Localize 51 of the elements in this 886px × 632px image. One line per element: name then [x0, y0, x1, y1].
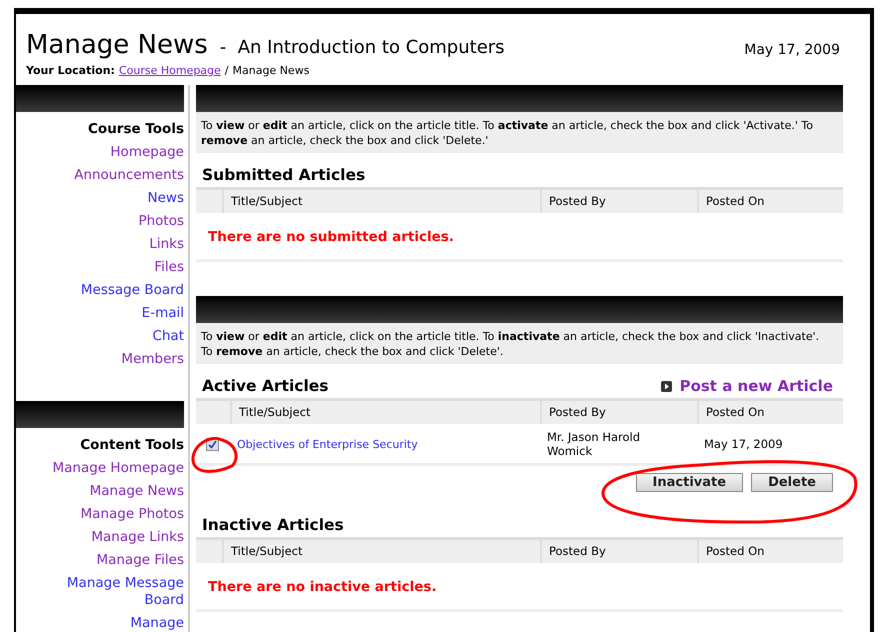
- section-title: Submitted Articles: [202, 166, 366, 184]
- location-label: Your Location:: [26, 64, 115, 77]
- column-header: Title/Subject: [222, 537, 540, 563]
- page-date: May 17, 2009: [744, 42, 840, 58]
- sidebar-heading: Content Tools: [80, 436, 184, 454]
- column-header: Posted By: [540, 537, 697, 563]
- column-header: Posted On: [697, 187, 843, 213]
- column-header: [196, 537, 222, 563]
- sidebar-link[interactable]: Message Board: [44, 279, 184, 302]
- column-header: Posted By: [540, 187, 697, 213]
- sidebar-link[interactable]: Manage Homepage: [44, 457, 184, 480]
- sidebar-link[interactable]: Photos: [44, 210, 184, 233]
- column-header: Posted On: [697, 537, 843, 563]
- table-cell-text: Mr. Jason Harold Womick: [547, 430, 642, 458]
- sidebar-link[interactable]: Manage Message Board: [44, 572, 184, 612]
- column-header: Posted On: [697, 398, 843, 424]
- breadcrumb-current: Manage News: [232, 64, 310, 77]
- empty-message: There are no submitted articles.: [207, 228, 455, 247]
- column-header: [196, 398, 230, 424]
- action-button[interactable]: Inactivate: [636, 473, 744, 492]
- table-cell: May 17, 2009: [704, 437, 783, 451]
- column-header: Posted By: [540, 398, 697, 424]
- empty-message: There are no inactive articles.: [207, 578, 438, 597]
- breadcrumb-link[interactable]: Course Homepage: [118, 64, 221, 77]
- sidebar-link[interactable]: News: [44, 187, 184, 210]
- column-header: Title/Subject: [222, 187, 540, 213]
- instructions-text: To view or edit an article, click on the article title. To activate an article, check the box and click 'Activate.' To remove an article, check the box and click 'Delete.': [196, 112, 843, 153]
- sidebar-link[interactable]: Chat: [44, 325, 184, 348]
- action-button[interactable]: Delete: [751, 473, 833, 492]
- sidebar-heading: Course Tools: [88, 120, 184, 138]
- breadcrumb-separator: /: [224, 64, 229, 77]
- post-article-link[interactable]: Post a new Article: [680, 377, 833, 395]
- column-header: Title/Subject: [230, 398, 540, 424]
- sidebar-link[interactable]: Announcements: [44, 164, 184, 187]
- section-title: Inactive Articles: [202, 516, 344, 534]
- sidebar-link[interactable]: Manage Files: [44, 549, 184, 572]
- sidebar-link[interactable]: Links: [44, 233, 184, 256]
- sidebar-link[interactable]: E-mail: [44, 302, 184, 325]
- sidebar-link[interactable]: Manage Links: [44, 526, 184, 549]
- course-title: - An Introduction to Computers: [220, 37, 505, 58]
- page-title: Manage News: [26, 30, 208, 60]
- sidebar-link[interactable]: Manage News: [44, 480, 184, 503]
- sidebar-link[interactable]: Manage: [44, 612, 184, 632]
- sidebar-link[interactable]: Homepage: [44, 141, 184, 164]
- sidebar-link[interactable]: Manage Photos: [44, 503, 184, 526]
- sidebar-link[interactable]: Files: [44, 256, 184, 279]
- section-title: Active Articles: [202, 377, 329, 395]
- instructions-text: To view or edit an article, click on the article title. To inactivate an article, check the box and click 'Inactivate'. To remove an article, check the box and click 'Delete'.: [196, 323, 843, 364]
- column-header: [196, 187, 222, 213]
- article-link[interactable]: Objectives of Enterprise Security: [237, 438, 418, 450]
- sidebar-link[interactable]: Members: [44, 348, 184, 371]
